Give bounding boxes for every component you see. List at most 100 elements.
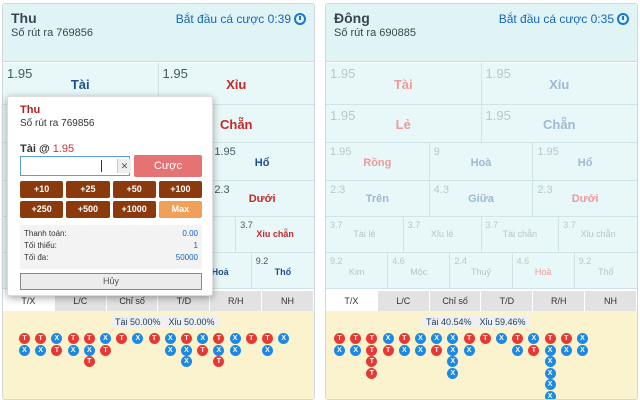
bead-result: X bbox=[164, 344, 176, 356]
place-bet-button[interactable]: Cược bbox=[134, 155, 202, 177]
bet-label: Tài bbox=[70, 77, 90, 92]
bead-result: T bbox=[366, 356, 378, 367]
tab-chi-so[interactable]: Chỉ số bbox=[429, 291, 482, 311]
bet-tai-le[interactable]: 3.7 Tài lẻ bbox=[326, 217, 404, 252]
payout-label: Thanh toán: bbox=[24, 229, 67, 238]
bet-thuy[interactable]: 2.4 Thuỷ bbox=[450, 253, 513, 288]
bet-label: Thổ bbox=[598, 267, 614, 277]
bet-rong[interactable]: 1.95 Rồng bbox=[326, 143, 430, 180]
tab-nh[interactable]: NH bbox=[585, 291, 637, 311]
bead-result: T bbox=[350, 333, 362, 344]
bead-result: T bbox=[431, 344, 443, 356]
bead-result: X bbox=[544, 356, 556, 367]
bet-le[interactable]: 1.95 Lẻ bbox=[326, 105, 482, 142]
bead-result: X bbox=[278, 333, 290, 344]
bet-label: Rồng bbox=[363, 157, 392, 169]
bet-kim[interactable]: 9.2 Kim bbox=[326, 253, 389, 288]
bead-result: T bbox=[544, 333, 556, 344]
bead-result: X bbox=[132, 333, 144, 344]
bead-grid: TXTXXTTXTXTXTTXTXXTXXXTTXTXXTTXX bbox=[3, 333, 314, 399]
popup-draw-number: Số rút ra 769856 bbox=[20, 118, 95, 129]
percent-tai: Tài 40.54% bbox=[422, 316, 476, 328]
chip-500[interactable]: +500 bbox=[66, 201, 110, 218]
bead-result: X bbox=[197, 333, 209, 344]
tab-lc[interactable]: L/C bbox=[377, 291, 430, 311]
chip-10[interactable]: +10 bbox=[20, 181, 64, 198]
bet-ho[interactable]: 1.95 Hổ bbox=[533, 143, 637, 180]
bead-result: X bbox=[382, 333, 394, 344]
countdown-text: Bắt đầu cá cược 0:39 bbox=[175, 12, 291, 26]
odd-value: 9.2 bbox=[330, 256, 343, 266]
bead-result: X bbox=[350, 344, 362, 356]
selected-bet-odd: 1.95 bbox=[52, 143, 75, 155]
bet-label: Mộc bbox=[410, 267, 428, 277]
odd-value: 4.6 bbox=[516, 256, 530, 266]
bead-result: X bbox=[447, 367, 459, 379]
bet-hoa[interactable]: 9 Hoà bbox=[429, 143, 534, 180]
draw-number: Số rút ra 690885 bbox=[334, 27, 416, 39]
bet-tren[interactable]: 2.3 Trên bbox=[326, 181, 430, 216]
cancel-button[interactable]: Hủy bbox=[20, 273, 202, 290]
bet-xiu[interactable]: 1.95 Xỉu bbox=[481, 63, 637, 104]
bet-tho[interactable]: 9.2 Thổ bbox=[251, 253, 314, 288]
bead-result: X bbox=[67, 344, 79, 356]
tab-tx[interactable]: T/X bbox=[326, 291, 378, 311]
bet-xiu-le[interactable]: 3.7 Xỉu lẻ bbox=[403, 217, 482, 252]
bet-tho[interactable]: 9.2 Thổ bbox=[574, 253, 637, 288]
bet-label: Thuỷ bbox=[470, 267, 491, 277]
text-caret bbox=[101, 160, 102, 172]
bet-slip-popup: Thu Số rút ra 769856 Tài @ 1.95 ✕ Cược +… bbox=[7, 96, 213, 296]
chip-1000[interactable]: +1000 bbox=[112, 201, 156, 218]
bead-result: T bbox=[148, 333, 160, 344]
tab-td[interactable]: T/D bbox=[481, 291, 534, 311]
bead-result: T bbox=[560, 333, 572, 344]
selected-bet-label: Tài @ bbox=[20, 143, 50, 155]
tab-nh[interactable]: NH bbox=[262, 291, 314, 311]
bead-result: T bbox=[382, 344, 394, 356]
bet-summary: Thanh toán: 0.00 Tối thiểu: 1 Tối đa: 50000 bbox=[20, 225, 202, 269]
bead-result: X bbox=[431, 333, 443, 344]
bet-duoi[interactable]: 2.3 Dưới bbox=[210, 181, 314, 216]
bet-label: Giữa bbox=[468, 193, 494, 205]
tab-rh[interactable]: R/H bbox=[210, 291, 263, 311]
chip-25[interactable]: +25 bbox=[66, 181, 110, 198]
bead-result: T bbox=[366, 367, 378, 379]
bet-label: Dưới bbox=[571, 193, 599, 205]
percent-bar: Tài 50.00% Xỉu 50.00% bbox=[111, 316, 219, 328]
bet-label: Hoà bbox=[470, 157, 492, 169]
bet-label: Xỉu chẵn bbox=[256, 229, 294, 239]
chip-250[interactable]: +250 bbox=[20, 201, 64, 218]
chip-100[interactable]: +100 bbox=[158, 181, 202, 198]
bet-tai[interactable]: 1.95 Tài bbox=[326, 63, 482, 104]
bead-result: T bbox=[366, 333, 378, 344]
bead-result: T bbox=[181, 333, 192, 344]
bead-result: X bbox=[447, 356, 459, 367]
tab-rh[interactable]: R/H bbox=[533, 291, 586, 311]
bet-hoa-element[interactable]: 4.6 Hoả bbox=[512, 253, 575, 288]
bet-ho[interactable]: 1.95 Hổ bbox=[210, 143, 314, 180]
chip-max[interactable]: Max bbox=[158, 201, 202, 218]
chip-50[interactable]: +50 bbox=[112, 181, 156, 198]
bead-result: T bbox=[19, 333, 30, 344]
alarm-clock-icon bbox=[617, 13, 629, 25]
bet-xiu-chan[interactable]: 3.7 Xỉu chẵn bbox=[236, 217, 314, 252]
bet-tai-chan[interactable]: 3.7 Tài chẵn bbox=[481, 217, 560, 252]
bet-label: Hoả bbox=[534, 267, 552, 277]
bead-result: T bbox=[262, 333, 273, 344]
bet-moc[interactable]: 4.6 Mộc bbox=[388, 253, 451, 288]
bet-giua[interactable]: 4.3 Giữa bbox=[429, 181, 534, 216]
bead-result: X bbox=[83, 344, 95, 356]
bead-result: X bbox=[35, 344, 47, 356]
bet-duoi[interactable]: 2.3 Dưới bbox=[533, 181, 637, 216]
bet-chan[interactable]: 1.95 Chẵn bbox=[481, 105, 637, 142]
bead-result: T bbox=[528, 344, 540, 356]
stake-input[interactable]: ✕ bbox=[20, 156, 131, 176]
market-panel-dong: Đông Số rút ra 690885 Bắt đầu cá cược 0:… bbox=[325, 3, 638, 400]
percent-xiu: Xỉu 50.00% bbox=[164, 316, 219, 328]
bet-xiu-chan[interactable]: 3.7 Xỉu chẵn bbox=[559, 217, 637, 252]
clear-icon[interactable]: ✕ bbox=[117, 159, 131, 173]
min-label: Tối thiểu: bbox=[24, 241, 57, 250]
bead-result: X bbox=[577, 344, 588, 356]
bead-result: T bbox=[67, 333, 79, 344]
bead-result: X bbox=[213, 344, 225, 356]
